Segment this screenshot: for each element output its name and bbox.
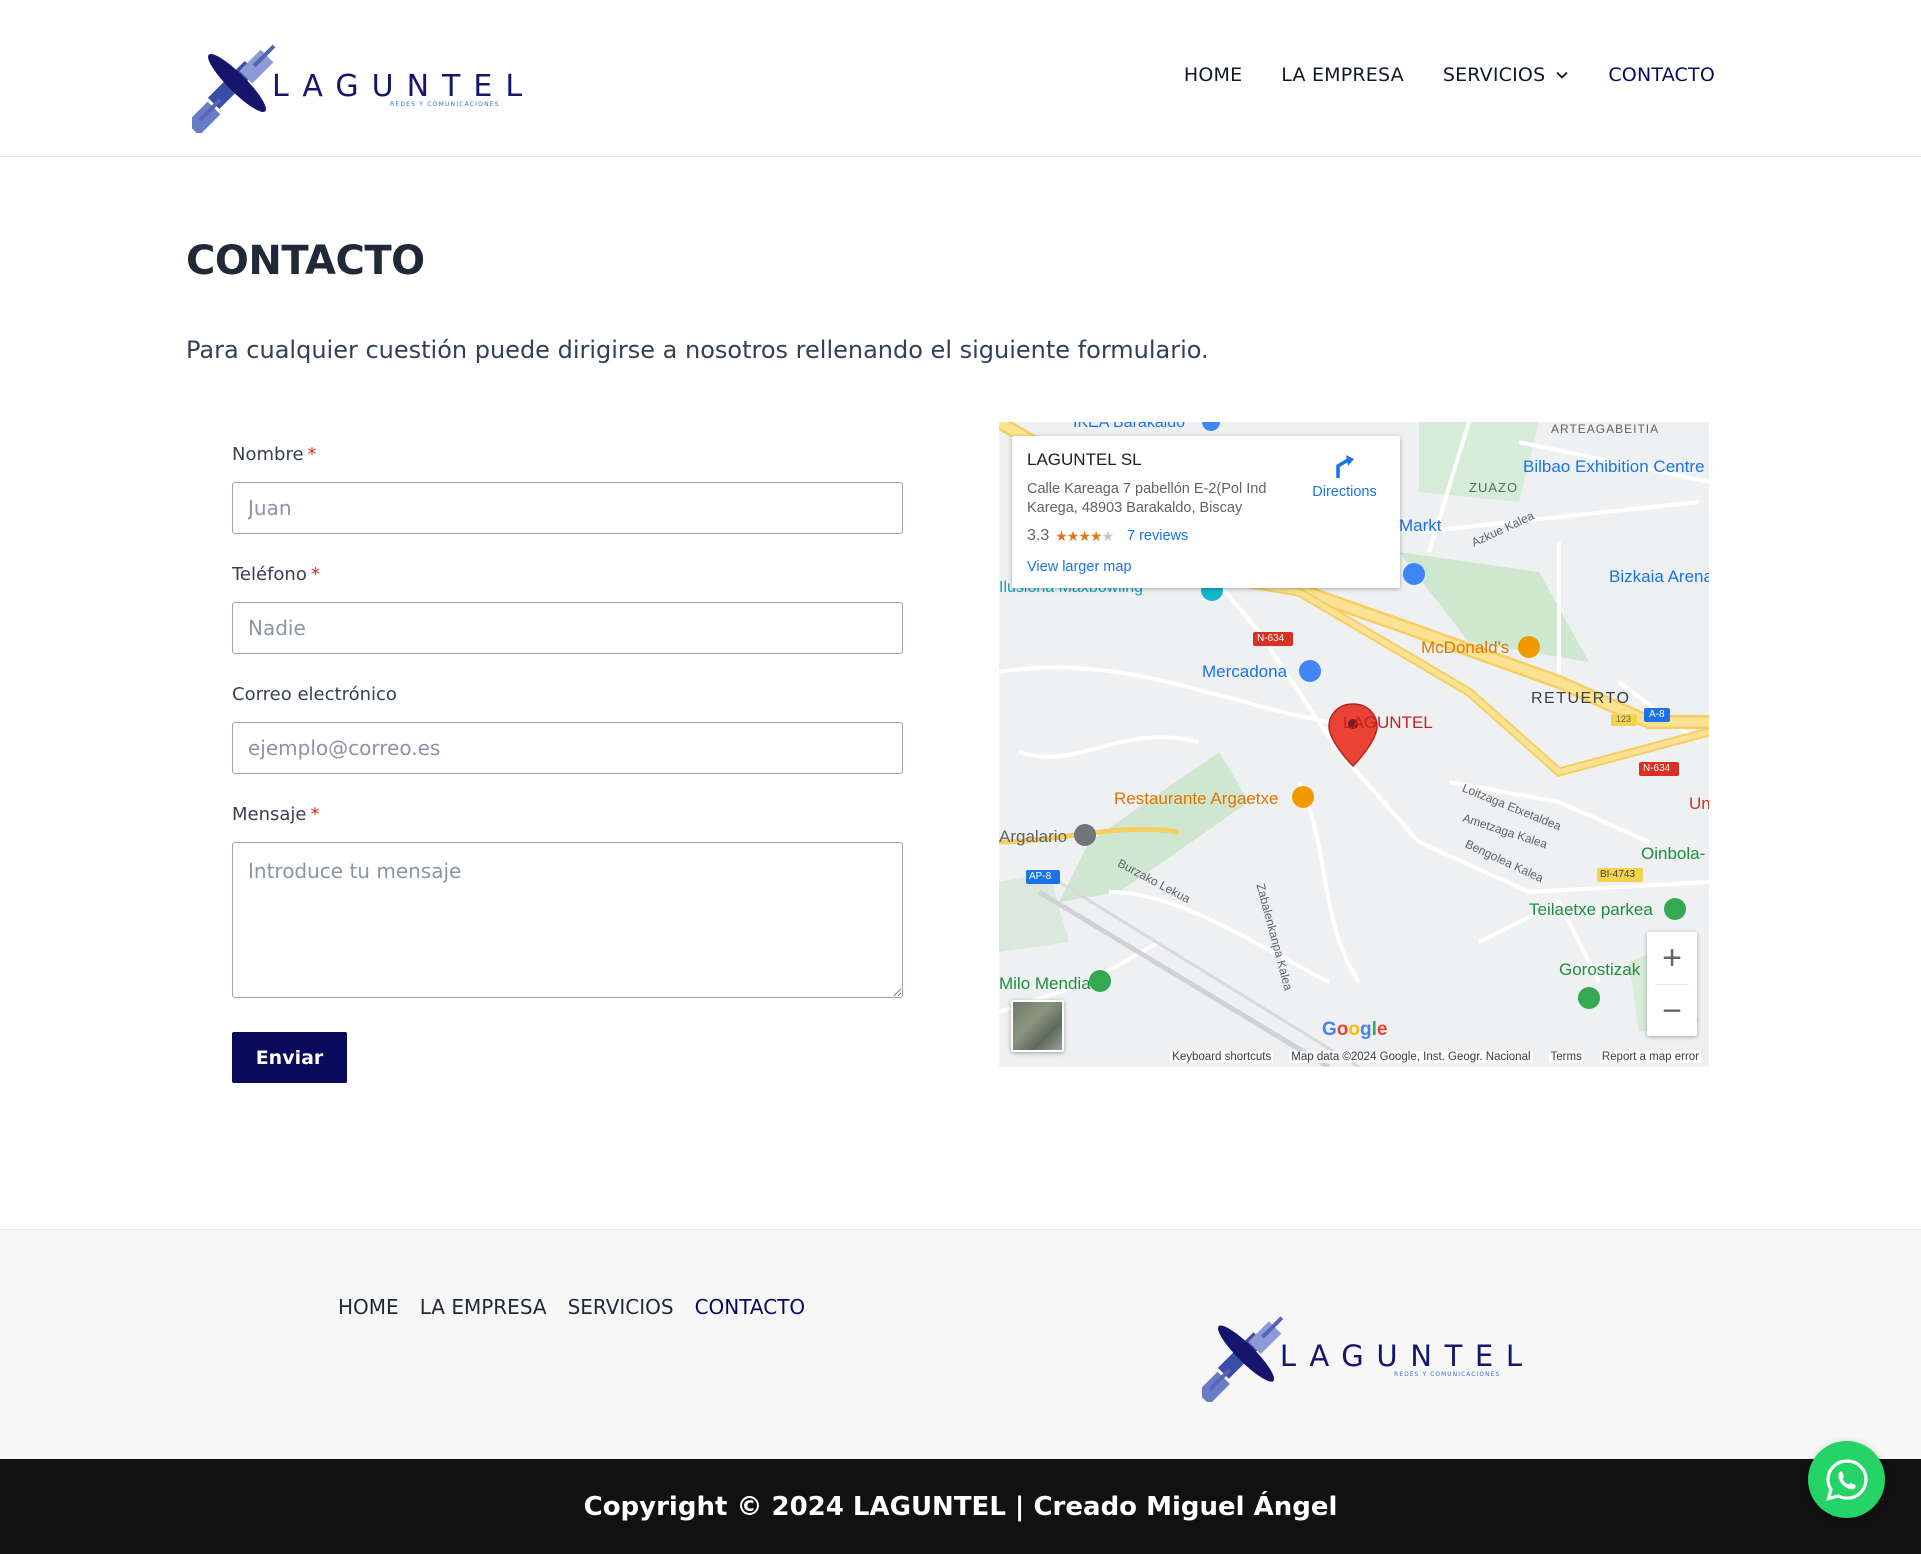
map-label: AP-8 <box>1029 871 1052 882</box>
map-label: McDonald's <box>1421 638 1510 657</box>
whatsapp-icon <box>1825 1458 1868 1501</box>
map-label: Gorostizak <box>1559 960 1641 979</box>
main-nav: HOME LA EMPRESA SERVICIOS CONTACTO <box>1145 64 1715 86</box>
nav-contacto-label: CONTACTO <box>1608 64 1715 86</box>
place-name: LAGUNTEL SL <box>1027 450 1142 469</box>
message-textarea[interactable] <box>232 842 903 998</box>
map-label: Milo Mendia <box>999 974 1091 993</box>
map-label: ZUAZO <box>1469 480 1519 495</box>
google-logo: Google <box>1322 1019 1388 1040</box>
rating-value: 3.3 <box>1027 527 1050 544</box>
reviews-link[interactable]: 7 reviews <box>1127 528 1188 544</box>
terms-link[interactable]: Terms <box>1548 1051 1584 1063</box>
intro-text: Para cualquier cuestión puede dirigirse … <box>186 336 1209 364</box>
message-field-group: Mensaje * <box>232 804 903 998</box>
map-label: Teilaetxe parkea <box>1529 900 1653 919</box>
map-label: Markt <box>1399 516 1442 535</box>
map-label: IKEA Barakaldo <box>1073 422 1186 431</box>
message-label: Mensaje * <box>232 804 320 825</box>
keyboard-shortcuts-link[interactable]: Keyboard shortcuts <box>1170 1051 1274 1063</box>
copyright-bar: Copyright © 2024 LAGUNTEL | Creado Migue… <box>0 1459 1921 1554</box>
map-label: Bilbao Exhibition Centre <box>1523 457 1705 476</box>
place-address: Calle Kareaga 7 pabellón E-2(Pol Ind Kar… <box>1027 481 1267 516</box>
nav-la-empresa[interactable]: LA EMPRESA <box>1281 64 1404 86</box>
nav-home[interactable]: HOME <box>1184 64 1242 86</box>
map-info-card: LAGUNTEL SL Calle Kareaga 7 pabellón E-2… <box>1012 436 1400 588</box>
footer-nav-servicios[interactable]: SERVICIOS <box>568 1295 674 1319</box>
site-header: LAGUNTEL REDES Y COMUNICACIONES HOME LA … <box>0 0 1921 157</box>
map-label: Mercadona <box>1202 662 1288 681</box>
header-logo[interactable]: LAGUNTEL REDES Y COMUNICACIONES <box>192 38 537 133</box>
map-label: A-8 <box>1649 709 1665 720</box>
nav-servicios-label: SERVICIOS <box>1442 64 1546 86</box>
footer-nav: HOME LA EMPRESA SERVICIOS CONTACTO <box>338 1295 805 1319</box>
logo-text: LAGUNTEL <box>272 69 535 104</box>
copyright-text: Copyright © 2024 LAGUNTEL | Creado Migue… <box>583 1491 1338 1522</box>
directions-icon <box>1335 455 1354 478</box>
rating-stars: ★★★★★ <box>1055 527 1114 544</box>
nav-servicios[interactable]: SERVICIOS <box>1443 64 1570 86</box>
email-field-group: Correo electrónico <box>232 684 903 774</box>
map-label: BI-4743 <box>1600 869 1636 880</box>
map-data-text: Map data ©2024 Google, Inst. Geogr. Naci… <box>1289 1051 1533 1063</box>
email-label: Correo electrónico <box>232 684 397 705</box>
required-marker: * <box>310 804 320 825</box>
map-label: N-634 <box>1257 633 1285 644</box>
map-label: Bizkaia Arena <box>1609 567 1709 586</box>
logo-tagline: REDES Y COMUNICACIONES <box>390 101 500 108</box>
footer-widgets: HOME LA EMPRESA SERVICIOS CONTACTO LAGUN… <box>0 1229 1921 1459</box>
phone-input[interactable] <box>232 602 903 654</box>
footer-nav-home[interactable]: HOME <box>338 1295 399 1319</box>
map-marker-label: LAGUNTEL <box>1343 713 1433 732</box>
required-marker: * <box>307 444 317 465</box>
name-label: Nombre * <box>232 444 317 465</box>
nav-la-empresa-label: LA EMPRESA <box>1281 64 1404 86</box>
map-footer: Keyboard shortcuts Map data ©2024 Google… <box>999 1047 1709 1067</box>
directions-button[interactable]: Directions <box>1302 452 1387 500</box>
phone-field-group: Teléfono * <box>232 564 903 654</box>
map-label: ARTEAGABEITIA <box>1551 422 1660 436</box>
logo-text: LAGUNTEL <box>1280 1339 1535 1373</box>
map-label: Oinbola- <box>1641 844 1706 863</box>
footer-nav-la-empresa[interactable]: LA EMPRESA <box>420 1295 547 1319</box>
name-input[interactable] <box>232 482 903 534</box>
satellite-toggle[interactable] <box>1011 1000 1064 1052</box>
page-title: CONTACTO <box>186 238 425 284</box>
name-field-group: Nombre * <box>232 444 903 534</box>
zoom-out-button[interactable]: − <box>1647 985 1697 1037</box>
zoom-in-button[interactable]: + <box>1647 932 1697 984</box>
footer-logo[interactable]: LAGUNTEL REDES Y COMUNICACIONES <box>1202 1310 1537 1402</box>
view-larger-map-link[interactable]: View larger map <box>1027 559 1132 575</box>
directions-label: Directions <box>1312 484 1377 500</box>
email-input[interactable] <box>232 722 903 774</box>
logo-tagline: REDES Y COMUNICACIONES <box>1394 1372 1500 1378</box>
map-zoom-control: + − <box>1647 932 1697 1036</box>
embedded-map[interactable]: IKEA Barakaldo ARTEAGABEITIA Bilbao Exhi… <box>999 422 1709 1067</box>
phone-label: Teléfono * <box>232 564 320 585</box>
map-label: N-634 <box>1643 763 1671 774</box>
map-label: Argalario <box>999 827 1068 846</box>
map-label: 123 <box>1616 714 1632 724</box>
contact-form: Nombre* Teléfono* Correo electrónico Men… <box>232 444 903 1083</box>
submit-button[interactable]: Enviar <box>232 1032 347 1083</box>
satellite-logo-icon <box>1202 1316 1284 1402</box>
map-label: Restaurante Argaetxe <box>1114 789 1279 808</box>
map-label: RETUERTO <box>1531 690 1631 707</box>
place-rating: 3.3 ★★★★★ 7 reviews <box>1027 527 1188 545</box>
report-error-link[interactable]: Report a map error <box>1599 1051 1701 1063</box>
nav-contacto[interactable]: CONTACTO <box>1608 64 1715 86</box>
required-marker: * <box>310 564 320 585</box>
nav-home-label: HOME <box>1183 64 1243 86</box>
chevron-down-icon <box>1556 71 1568 79</box>
whatsapp-button[interactable] <box>1808 1441 1885 1518</box>
footer-nav-contacto[interactable]: CONTACTO <box>695 1295 806 1319</box>
satellite-logo-icon <box>192 44 276 133</box>
map-label: Un <box>1689 794 1709 813</box>
